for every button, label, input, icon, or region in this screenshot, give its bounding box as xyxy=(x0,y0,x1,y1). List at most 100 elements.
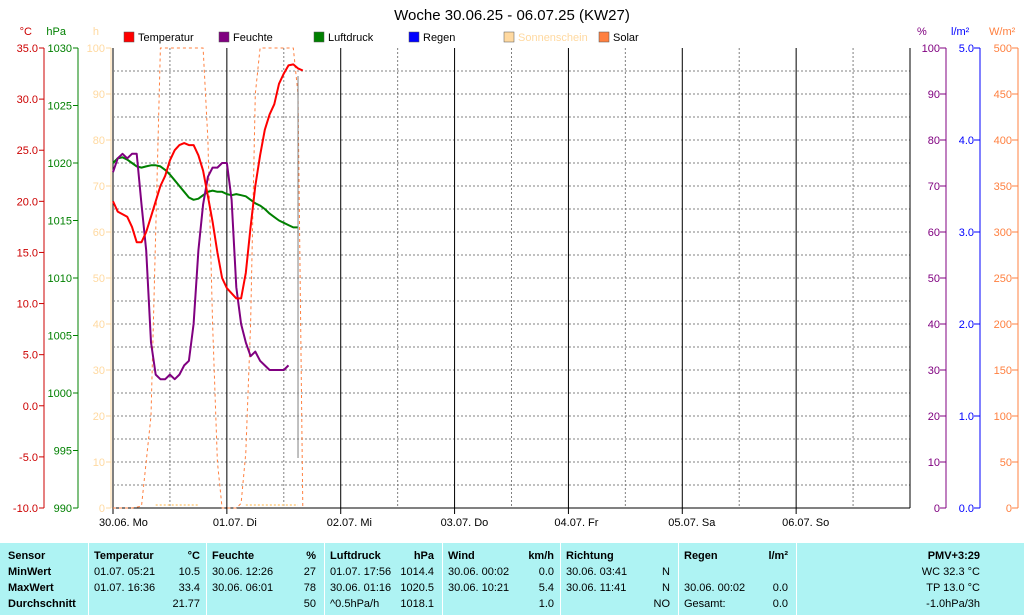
wind-time: 30.06. 00:02 xyxy=(448,566,510,578)
humidity-value: 50 xyxy=(303,598,316,610)
axis-tick-label-hpa: 1030 xyxy=(48,43,72,55)
axis-unit-h: h xyxy=(93,26,99,38)
axis-tick-label-h: 80 xyxy=(93,135,105,147)
header-rain: Regen xyxy=(684,550,718,562)
humidity-line xyxy=(112,152,290,381)
temperature-value: 21.77 xyxy=(172,598,200,610)
temperature-time: 01.07. 05:21 xyxy=(94,566,156,578)
pmv-value: WC 32.3 °C xyxy=(921,566,980,578)
legend-swatch-rain xyxy=(408,31,420,43)
axis-tick-label-solar: 150 xyxy=(994,365,1012,377)
axis-tick-label-pct: 20 xyxy=(928,411,940,423)
axis-tick-label-rain: 4.0 xyxy=(959,135,974,147)
legend-label-temperature: Temperatur xyxy=(138,32,194,44)
axis-tick-label-pct: 0 xyxy=(934,503,940,515)
header-wind-unit: km/h xyxy=(528,550,554,562)
legend-swatch-solar xyxy=(598,31,610,43)
wind-value: 5.4 xyxy=(538,582,554,594)
axis-tick-label-hpa: 1010 xyxy=(48,273,72,285)
axis-tick-label-pct: 50 xyxy=(928,273,940,285)
axis-tick-label-h: 0 xyxy=(99,503,105,515)
wind-value: 0.0 xyxy=(538,566,554,578)
day-label: 03.07. Do xyxy=(441,517,489,529)
humidity-time: 30.06. 12:26 xyxy=(212,566,274,578)
header-humidity: Feuchte xyxy=(212,550,255,562)
rain-value: 0.0 xyxy=(772,598,788,610)
header-pressure-unit: hPa xyxy=(413,550,434,562)
axis-tick-label-h: 40 xyxy=(93,319,105,331)
axis-tick-label-temp: 0.0 xyxy=(23,401,38,413)
axis-tick-label-pct: 40 xyxy=(928,319,940,331)
legend-label-solar: Solar xyxy=(613,32,639,44)
header-humidity-unit: % xyxy=(306,550,316,562)
pressure-value: 1020.5 xyxy=(400,582,434,594)
statistics-table: Sensor Temperatur °C Feuchte% Luftdruck hPa Wi… xyxy=(0,543,1024,615)
chart-axes: °C 35.0 30.0 25.0 20.0 15.0 10.0 5.0 0.0 -5.0 -10.… xyxy=(13,26,1019,529)
direction-value: NO xyxy=(653,598,671,610)
header-sensor: Sensor xyxy=(8,550,46,562)
axis-unit-solar: W/m² xyxy=(989,26,1016,38)
header-wind: Wind xyxy=(448,550,475,562)
pmv-value: -1.0hPa/3h xyxy=(926,598,980,610)
row-label: Durchschnitt xyxy=(8,598,76,610)
axis-tick-label-pct: 60 xyxy=(928,227,940,239)
axis-tick-label-pct: 100 xyxy=(922,43,940,55)
axis-unit-temp: °C xyxy=(20,26,32,38)
row-label: MinWert xyxy=(8,566,52,578)
axis-tick-label-hpa: 1025 xyxy=(48,101,72,113)
day-label: 06.07. So xyxy=(782,517,829,529)
axis-tick-label-hpa: 995 xyxy=(54,446,72,458)
temperature-value: 33.4 xyxy=(178,582,200,594)
direction-value: N xyxy=(662,582,670,594)
pressure-value: 1014.4 xyxy=(400,566,434,578)
chart-legend: Temperatur Feuchte Luftdruck Regen Sonnensch… xyxy=(123,31,639,44)
header-temperature: Temperatur xyxy=(94,550,154,562)
pmv-value: TP 13.0 °C xyxy=(926,582,980,594)
header-pmv: PMV+3:29 xyxy=(927,550,980,562)
temperature-value: 10.5 xyxy=(178,566,200,578)
axis-tick-label-solar: 250 xyxy=(994,273,1012,285)
axis-tick-label-temp: 25.0 xyxy=(17,145,38,157)
axis-tick-label-solar: 400 xyxy=(994,135,1012,147)
axis-tick-label-hpa: 1000 xyxy=(48,388,72,400)
chart-title: Woche 30.06.25 - 06.07.25 (KW27) xyxy=(394,7,630,24)
axis-tick-label-h: 20 xyxy=(93,411,105,423)
axis-unit-rain: l/m² xyxy=(951,26,970,38)
chart-grid xyxy=(112,48,911,509)
legend-label-humidity: Feuchte xyxy=(233,32,273,44)
axis-tick-label-h: 90 xyxy=(93,89,105,101)
axis-tick-label-solar: 100 xyxy=(994,411,1012,423)
day-label: 30.06. Mo xyxy=(99,517,148,529)
temperature-time: 01.07. 16:36 xyxy=(94,582,156,594)
header-pressure: Luftdruck xyxy=(330,550,381,562)
axis-tick-label-rain: 2.0 xyxy=(959,319,974,331)
axis-tick-label-solar: 200 xyxy=(994,319,1012,331)
rain-time: 30.06. 00:02 xyxy=(684,582,746,594)
axis-tick-label-pct: 10 xyxy=(928,457,940,469)
pressure-value: 1018.1 xyxy=(400,598,434,610)
rain-value: 0.0 xyxy=(772,582,788,594)
day-label: 05.07. Sa xyxy=(668,517,716,529)
legend-label-pressure: Luftdruck xyxy=(328,32,374,44)
legend-label-rain: Regen xyxy=(423,32,455,44)
rain-time: Gesamt: xyxy=(684,598,726,610)
humidity-time: 30.06. 06:01 xyxy=(212,582,274,594)
wind-value: 1.0 xyxy=(538,598,554,610)
axis-tick-label-pct: 30 xyxy=(928,365,940,377)
axis-tick-label-rain: 5.0 xyxy=(959,43,974,55)
axis-tick-label-solar: 300 xyxy=(994,227,1012,239)
axis-tick-label-rain: 3.0 xyxy=(959,227,974,239)
header-temperature-unit: °C xyxy=(187,550,200,562)
axis-tick-label-pct: 90 xyxy=(928,89,940,101)
axis-tick-label-solar: 500 xyxy=(994,43,1012,55)
legend-swatch-temperature xyxy=(123,31,135,43)
axis-tick-label-temp: 35.0 xyxy=(17,43,38,55)
axis-tick-label-h: 60 xyxy=(93,227,105,239)
pressure-time: 30.06. 01:16 xyxy=(330,582,392,594)
legend-label-sunshine: Sonnenschein xyxy=(518,32,588,44)
header-direction: Richtung xyxy=(566,550,614,562)
axis-tick-label-temp: 5.0 xyxy=(23,350,38,362)
pressure-time: ^0.5hPa/h xyxy=(330,598,380,610)
direction-value: N xyxy=(662,566,670,578)
pressure-time: 01.07. 17:56 xyxy=(330,566,392,578)
